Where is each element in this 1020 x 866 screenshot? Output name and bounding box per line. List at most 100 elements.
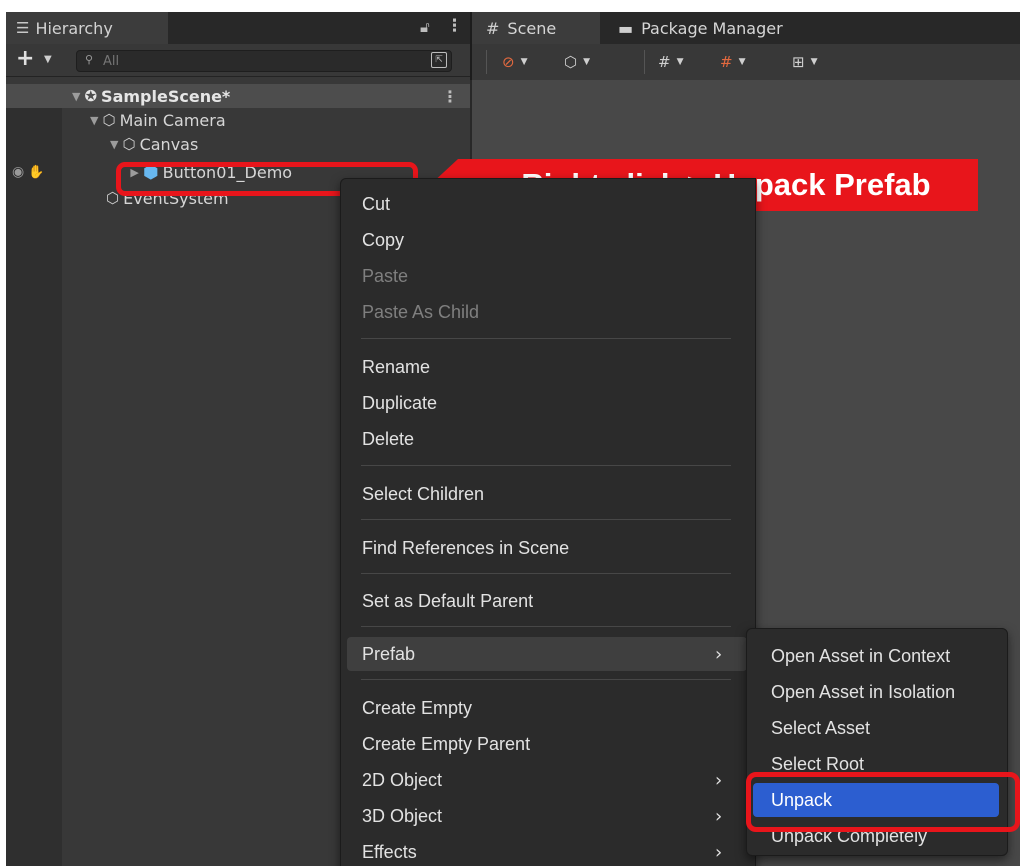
expand-arrow-icon[interactable]: ▼	[110, 138, 118, 151]
menu-item-label: Paste	[362, 265, 409, 286]
menu-item-label: Create Empty	[362, 697, 473, 718]
chevron-right-icon: ›	[715, 841, 723, 863]
hierarchy-item-main-camera[interactable]: ▼ ⬡ Main Camera	[6, 108, 470, 132]
ruler-icon: ⊞	[792, 53, 805, 71]
menu-item-label: Copy	[362, 229, 405, 250]
tab-scene-label: Scene	[507, 18, 557, 38]
menu-item-label: Paste As Child	[362, 301, 480, 322]
pickable-hand-icon[interactable]: ✋	[28, 165, 44, 180]
menu-item-label: Effects	[362, 841, 417, 862]
submenu-item-open-asset-in-isolation[interactable]: Open Asset in Isolation	[747, 675, 1007, 709]
eye-icon[interactable]: ◉	[12, 164, 24, 180]
menu-separator	[361, 679, 731, 680]
chevron-down-icon[interactable]: ▼	[44, 54, 52, 65]
search-input[interactable]	[103, 51, 423, 71]
add-object-button[interactable]: +	[16, 46, 34, 72]
tab-package-manager[interactable]: ▬ Package Manager	[604, 12, 864, 44]
tab-hierarchy-label: Hierarchy	[35, 18, 113, 38]
menu-item-paste: Paste	[341, 259, 755, 293]
menu-item-find-references[interactable]: Find References in Scene	[341, 531, 755, 565]
menu-item-create-empty[interactable]: Create Empty	[341, 691, 755, 725]
chevron-right-icon: ›	[715, 805, 723, 827]
menu-separator	[361, 338, 731, 339]
chevron-right-icon: ›	[715, 643, 723, 665]
submenu-item-label: Select Asset	[771, 717, 871, 738]
tab-package-manager-label: Package Manager	[641, 18, 783, 38]
tab-hierarchy[interactable]: ☰ Hierarchy	[6, 12, 168, 44]
scene-kebab-icon[interactable]: ⋮	[442, 87, 458, 106]
menu-item-prefab[interactable]: Prefab ›	[347, 637, 747, 671]
menu-item-label: Select Children	[362, 483, 485, 504]
menu-item-paste-as-child: Paste As Child	[341, 295, 755, 329]
grid-icon: #	[658, 53, 671, 71]
gizmo-cube-icon: ⬡	[564, 53, 578, 71]
hierarchy-item-label: Canvas	[139, 134, 199, 154]
menu-separator	[361, 573, 731, 574]
hash-icon: #	[486, 18, 500, 38]
menu-item-copy[interactable]: Copy	[341, 223, 755, 257]
scene-name: SampleScene*	[101, 86, 231, 106]
chevron-down-icon: ▼	[583, 57, 591, 67]
expand-arrow-icon[interactable]: ▼	[90, 114, 98, 127]
hierarchy-toolbar: + ▼ ⚲ ⇱	[6, 44, 470, 77]
lock-icon[interactable]: 🔓︎	[420, 18, 430, 36]
hierarchy-item-canvas[interactable]: ▼ ⬡ Canvas	[6, 132, 470, 156]
hierarchy-item-samplescene[interactable]: ▼ ✪ SampleScene* ⋮	[6, 84, 470, 108]
context-menu: Cut Copy Paste Paste As Child Rename Dup…	[340, 178, 756, 866]
menu-item-cut[interactable]: Cut	[341, 187, 755, 221]
menu-item-label: Delete	[362, 428, 415, 449]
tab-scene[interactable]: # Scene	[472, 12, 600, 44]
hierarchy-search[interactable]: ⚲ ⇱	[76, 50, 452, 72]
submenu-item-select-asset[interactable]: Select Asset	[747, 711, 1007, 745]
search-icon: ⚲	[85, 53, 94, 66]
menu-item-label: Prefab	[362, 643, 416, 664]
gizmo-dropdown[interactable]: ⬡ ▼	[564, 50, 590, 74]
menu-item-label: Find References in Scene	[362, 537, 570, 558]
submenu-item-open-asset-in-context[interactable]: Open Asset in Context	[747, 639, 1007, 673]
toolbar-separator	[644, 50, 645, 74]
menu-item-label: Set as Default Parent	[362, 590, 534, 611]
kebab-menu-icon[interactable]: ⋮	[446, 16, 463, 36]
expand-arrow-icon[interactable]: ▼	[72, 90, 80, 103]
unity-editor: ☰ Hierarchy 🔓︎ ⋮ + ▼ ⚲ ⇱ ▼ ✪ SampleScene…	[6, 12, 1020, 866]
gameobject-cube-icon: ⬡	[102, 111, 116, 129]
menu-item-create-empty-parent[interactable]: Create Empty Parent	[341, 727, 755, 761]
menu-item-2d-object[interactable]: 2D Object ›	[341, 763, 755, 797]
menu-item-label: Duplicate	[362, 392, 438, 413]
menu-separator	[361, 519, 731, 520]
hierarchy-item-label: Main Camera	[119, 110, 226, 130]
chevron-right-icon: ›	[715, 769, 723, 791]
list-tree-icon: ☰	[16, 19, 30, 37]
menu-separator	[361, 626, 731, 627]
menu-item-label: Rename	[362, 356, 431, 377]
menu-item-set-default-parent[interactable]: Set as Default Parent	[341, 584, 755, 618]
menu-item-3d-object[interactable]: 3D Object ›	[341, 799, 755, 833]
ruler-dropdown[interactable]: ⊞ ▼	[792, 50, 818, 74]
menu-item-rename[interactable]: Rename	[341, 350, 755, 384]
draw-mode-dropdown[interactable]: ⊘ ▼	[502, 50, 528, 74]
submenu-item-label: Open Asset in Context	[771, 645, 951, 666]
menu-item-label: Cut	[362, 193, 391, 214]
gameobject-cube-icon: ⬡	[122, 135, 136, 153]
chevron-down-icon: ▼	[520, 57, 528, 67]
snap-increment-dropdown[interactable]: # ▼	[720, 50, 746, 74]
submenu-item-label: Open Asset in Isolation	[771, 681, 956, 702]
menu-item-label: 3D Object	[362, 805, 443, 826]
chevron-down-icon: ▼	[676, 57, 684, 67]
package-icon: ▬	[618, 18, 634, 38]
grid-snap-dropdown[interactable]: # ▼	[658, 50, 684, 74]
scene-search-lens-icon[interactable]: ⇱	[431, 52, 447, 68]
shading-mode-icon: ⊘	[502, 53, 515, 71]
scene-toolbar: ⊘ ▼ ⬡ ▼ # ▼ # ▼ ⊞ ▼	[470, 44, 1020, 80]
menu-separator	[361, 465, 731, 466]
chevron-down-icon: ▼	[810, 57, 818, 67]
chevron-down-icon: ▼	[738, 57, 746, 67]
menu-item-duplicate[interactable]: Duplicate	[341, 386, 755, 420]
menu-item-effects[interactable]: Effects ›	[341, 835, 755, 866]
scene-tab-bar: # Scene ▬ Package Manager	[470, 12, 1020, 44]
highlight-box-unpack	[746, 772, 1020, 832]
menu-item-label: 2D Object	[362, 769, 443, 790]
menu-item-select-children[interactable]: Select Children	[341, 477, 755, 511]
unity-scene-icon: ✪	[84, 87, 98, 105]
menu-item-delete[interactable]: Delete	[341, 422, 755, 456]
